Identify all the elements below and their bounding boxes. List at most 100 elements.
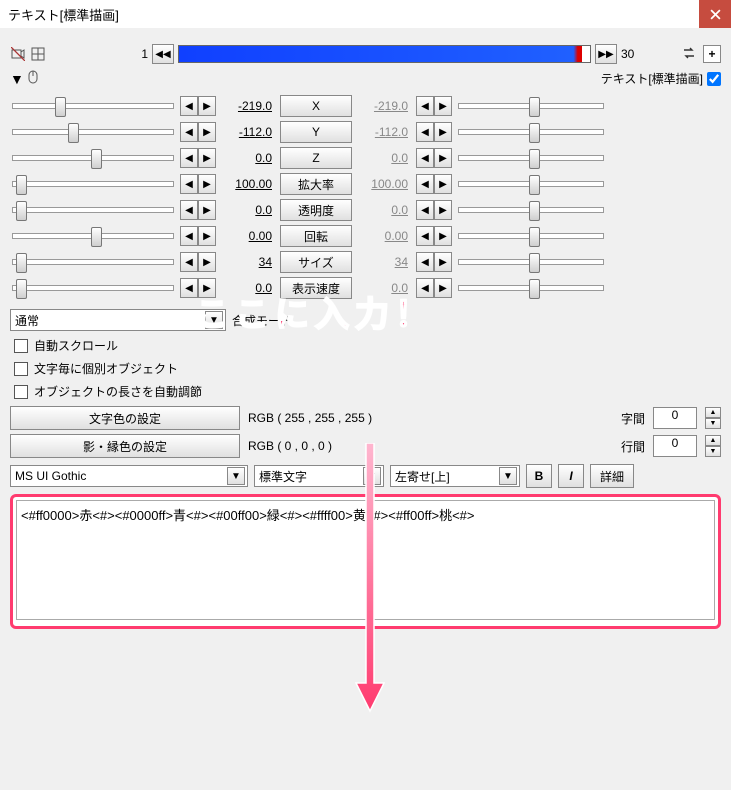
line-spacing-down[interactable]: ▼ [705, 446, 721, 457]
param-right-value[interactable]: 0.00 [356, 229, 412, 243]
step-right[interactable]: ▶ [198, 96, 216, 116]
param-right-value[interactable]: 34 [356, 255, 412, 269]
step-left[interactable]: ◀ [416, 96, 434, 116]
step-left[interactable]: ◀ [416, 200, 434, 220]
bold-button[interactable]: B [526, 464, 552, 488]
timeline-bar[interactable] [178, 45, 591, 63]
step-left[interactable]: ◀ [416, 122, 434, 142]
line-spacing-up[interactable]: ▲ [705, 435, 721, 446]
step-right[interactable]: ▶ [198, 174, 216, 194]
step-right[interactable]: ▶ [434, 226, 452, 246]
right-slider[interactable] [456, 103, 606, 109]
right-slider[interactable] [456, 155, 606, 161]
step-left[interactable]: ◀ [180, 278, 198, 298]
autolen-checkbox[interactable] [14, 385, 28, 399]
align-combo[interactable]: 左寄せ[上] ▼ [390, 465, 520, 487]
param-button[interactable]: Y [280, 121, 352, 143]
param-button[interactable]: 透明度 [280, 199, 352, 221]
step-left[interactable]: ◀ [416, 278, 434, 298]
param-right-value[interactable]: -219.0 [356, 99, 412, 113]
param-left-value[interactable]: -112.0 [220, 125, 276, 139]
step-left[interactable]: ◀ [180, 96, 198, 116]
step-right[interactable]: ▶ [198, 278, 216, 298]
left-slider[interactable] [10, 207, 176, 213]
autoscroll-checkbox[interactable] [14, 339, 28, 353]
line-spacing-input[interactable]: 0 [653, 435, 697, 457]
param-left-value[interactable]: 0.00 [220, 229, 276, 243]
step-right[interactable]: ▶ [198, 200, 216, 220]
step-left[interactable]: ◀ [416, 174, 434, 194]
step-left[interactable]: ◀ [180, 148, 198, 168]
text-input[interactable] [16, 500, 715, 620]
param-button[interactable]: X [280, 95, 352, 117]
param-right-value[interactable]: -112.0 [356, 125, 412, 139]
right-slider[interactable] [456, 129, 606, 135]
step-right[interactable]: ▶ [434, 148, 452, 168]
step-left[interactable]: ◀ [180, 252, 198, 272]
camera-icon[interactable] [10, 46, 26, 62]
char-spacing-up[interactable]: ▲ [705, 407, 721, 418]
step-right[interactable]: ▶ [198, 252, 216, 272]
step-left[interactable]: ◀ [180, 122, 198, 142]
param-left-value[interactable]: -219.0 [220, 99, 276, 113]
param-button[interactable]: Z [280, 147, 352, 169]
char-spacing-input[interactable]: 0 [653, 407, 697, 429]
swap-icon[interactable] [681, 45, 699, 63]
detail-button[interactable]: 詳細 [590, 464, 634, 488]
right-slider[interactable] [456, 181, 606, 187]
step-left[interactable]: ◀ [416, 148, 434, 168]
char-spacing-down[interactable]: ▼ [705, 418, 721, 429]
param-button[interactable]: 回転 [280, 225, 352, 247]
param-button[interactable]: 拡大率 [280, 173, 352, 195]
step-left[interactable]: ◀ [180, 174, 198, 194]
step-right[interactable]: ▶ [434, 174, 452, 194]
perchar-checkbox[interactable] [14, 362, 28, 376]
close-button[interactable] [699, 0, 731, 28]
param-left-value[interactable]: 0.0 [220, 203, 276, 217]
param-right-value[interactable]: 0.0 [356, 281, 412, 295]
param-button[interactable]: サイズ [280, 251, 352, 273]
right-slider[interactable] [456, 207, 606, 213]
right-slider[interactable] [456, 285, 606, 291]
left-slider[interactable] [10, 129, 176, 135]
font-style-combo[interactable]: 標準文字 ▼ [254, 465, 384, 487]
param-left-value[interactable]: 34 [220, 255, 276, 269]
step-right[interactable]: ▶ [198, 122, 216, 142]
grid-icon[interactable] [30, 46, 46, 62]
step-right[interactable]: ▶ [198, 226, 216, 246]
text-color-button[interactable]: 文字色の設定 [10, 406, 240, 430]
forward-button[interactable]: ▶▶ [595, 44, 617, 64]
left-slider[interactable] [10, 259, 176, 265]
right-slider[interactable] [456, 259, 606, 265]
step-right[interactable]: ▶ [434, 278, 452, 298]
left-slider[interactable] [10, 233, 176, 239]
param-right-value[interactable]: 0.0 [356, 151, 412, 165]
left-slider[interactable] [10, 103, 176, 109]
step-right[interactable]: ▶ [434, 96, 452, 116]
font-family-combo[interactable]: MS UI Gothic ▼ [10, 465, 248, 487]
step-left[interactable]: ◀ [180, 200, 198, 220]
add-button[interactable]: + [703, 45, 721, 63]
step-right[interactable]: ▶ [434, 252, 452, 272]
object-enable-checkbox[interactable] [707, 72, 721, 86]
param-left-value[interactable]: 0.0 [220, 281, 276, 295]
left-slider[interactable] [10, 155, 176, 161]
step-right[interactable]: ▶ [434, 200, 452, 220]
blend-mode-combo[interactable]: 通常 ▼ [10, 309, 226, 331]
param-right-value[interactable]: 100.00 [356, 177, 412, 191]
right-slider[interactable] [456, 233, 606, 239]
rewind-button[interactable]: ◀◀ [152, 44, 174, 64]
shadow-color-button[interactable]: 影・縁色の設定 [10, 434, 240, 458]
left-slider[interactable] [10, 285, 176, 291]
step-left[interactable]: ◀ [180, 226, 198, 246]
param-button[interactable]: 表示速度 [280, 277, 352, 299]
step-left[interactable]: ◀ [416, 252, 434, 272]
italic-button[interactable]: I [558, 464, 584, 488]
left-slider[interactable] [10, 181, 176, 187]
step-left[interactable]: ◀ [416, 226, 434, 246]
step-right[interactable]: ▶ [198, 148, 216, 168]
param-left-value[interactable]: 0.0 [220, 151, 276, 165]
param-right-value[interactable]: 0.0 [356, 203, 412, 217]
step-right[interactable]: ▶ [434, 122, 452, 142]
collapse-icon[interactable]: ▼ [10, 71, 24, 87]
